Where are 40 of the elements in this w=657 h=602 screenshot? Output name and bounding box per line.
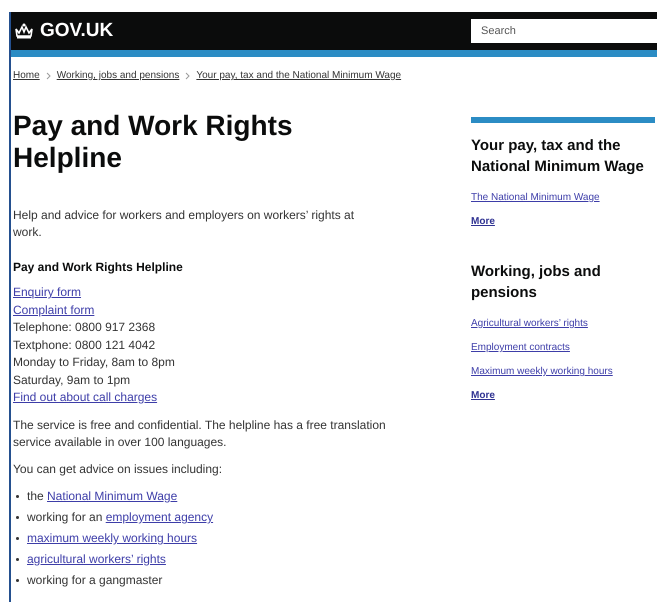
- bullet-icon: [16, 578, 19, 582]
- breadcrumb-link[interactable]: Home: [13, 68, 40, 83]
- list-item-text: working for an employment agency: [27, 509, 214, 526]
- crown-icon: [14, 23, 34, 39]
- contact-text: Telephone: 0800 917 2368: [13, 319, 156, 336]
- more-link[interactable]: More: [471, 214, 495, 229]
- sidebar-link[interactable]: The National Minimum Wage: [471, 190, 600, 205]
- breadcrumb-link[interactable]: Working, jobs and pensions: [56, 68, 180, 83]
- contact-text: Monday to Friday, 8am to 8pm: [13, 354, 175, 371]
- summary-text: Help and advice for workers and employers on workers’ rights at work.: [13, 207, 356, 241]
- sidebar-link[interactable]: Agricultural workers’ rights: [471, 316, 588, 331]
- more-link[interactable]: More: [471, 388, 495, 403]
- bullet-icon: [16, 536, 19, 540]
- contact-text: Textphone: 0800 121 4042: [13, 336, 156, 354]
- chevron-icon: [185, 72, 190, 80]
- bullet-icon: [16, 494, 19, 498]
- bullet-icon: [16, 516, 19, 518]
- list-item-text: the National Minimum Wage: [27, 488, 178, 505]
- issue-link[interactable]: employment agency: [106, 510, 214, 524]
- body-text: You can get advice on issues including:: [13, 460, 224, 478]
- contact-text: Saturday, 9am to 1pm: [13, 372, 130, 388]
- sidebar-link[interactable]: Maximum weekly working hours: [471, 364, 613, 379]
- contact-link[interactable]: Complaint form: [13, 302, 94, 319]
- contact-link[interactable]: Enquiry form: [13, 284, 82, 302]
- breadcrumb-link[interactable]: Your pay, tax and the National Minimum Wage: [196, 68, 402, 83]
- sidebar-heading: Your pay, tax and the National Minimum Wage: [471, 136, 645, 177]
- issue-link[interactable]: National Minimum Wage: [47, 489, 178, 503]
- chevron-icon: [46, 72, 51, 80]
- list-item-text: working for a gangmaster: [27, 572, 162, 589]
- issue-link[interactable]: agricultural workers’ rights: [27, 552, 166, 566]
- sidebar-heading: Working, jobs and pensions: [471, 262, 602, 303]
- issue-link[interactable]: maximum weekly working hours: [27, 531, 198, 545]
- body-text: The service is free and confidential. The helpline has a free translation service available in over 100 languages.: [13, 416, 387, 450]
- contact-link[interactable]: Find out about call charges: [13, 389, 158, 406]
- sidebar-link[interactable]: Employment contracts: [471, 340, 570, 355]
- page-title: Pay and Work Rights Helpline: [13, 110, 294, 174]
- logo-text[interactable]: GOV.UK: [40, 16, 114, 46]
- section-heading: Pay and Work Rights Helpline: [13, 259, 184, 276]
- bullet-icon: [16, 558, 19, 560]
- search-field[interactable]: Search: [471, 19, 657, 43]
